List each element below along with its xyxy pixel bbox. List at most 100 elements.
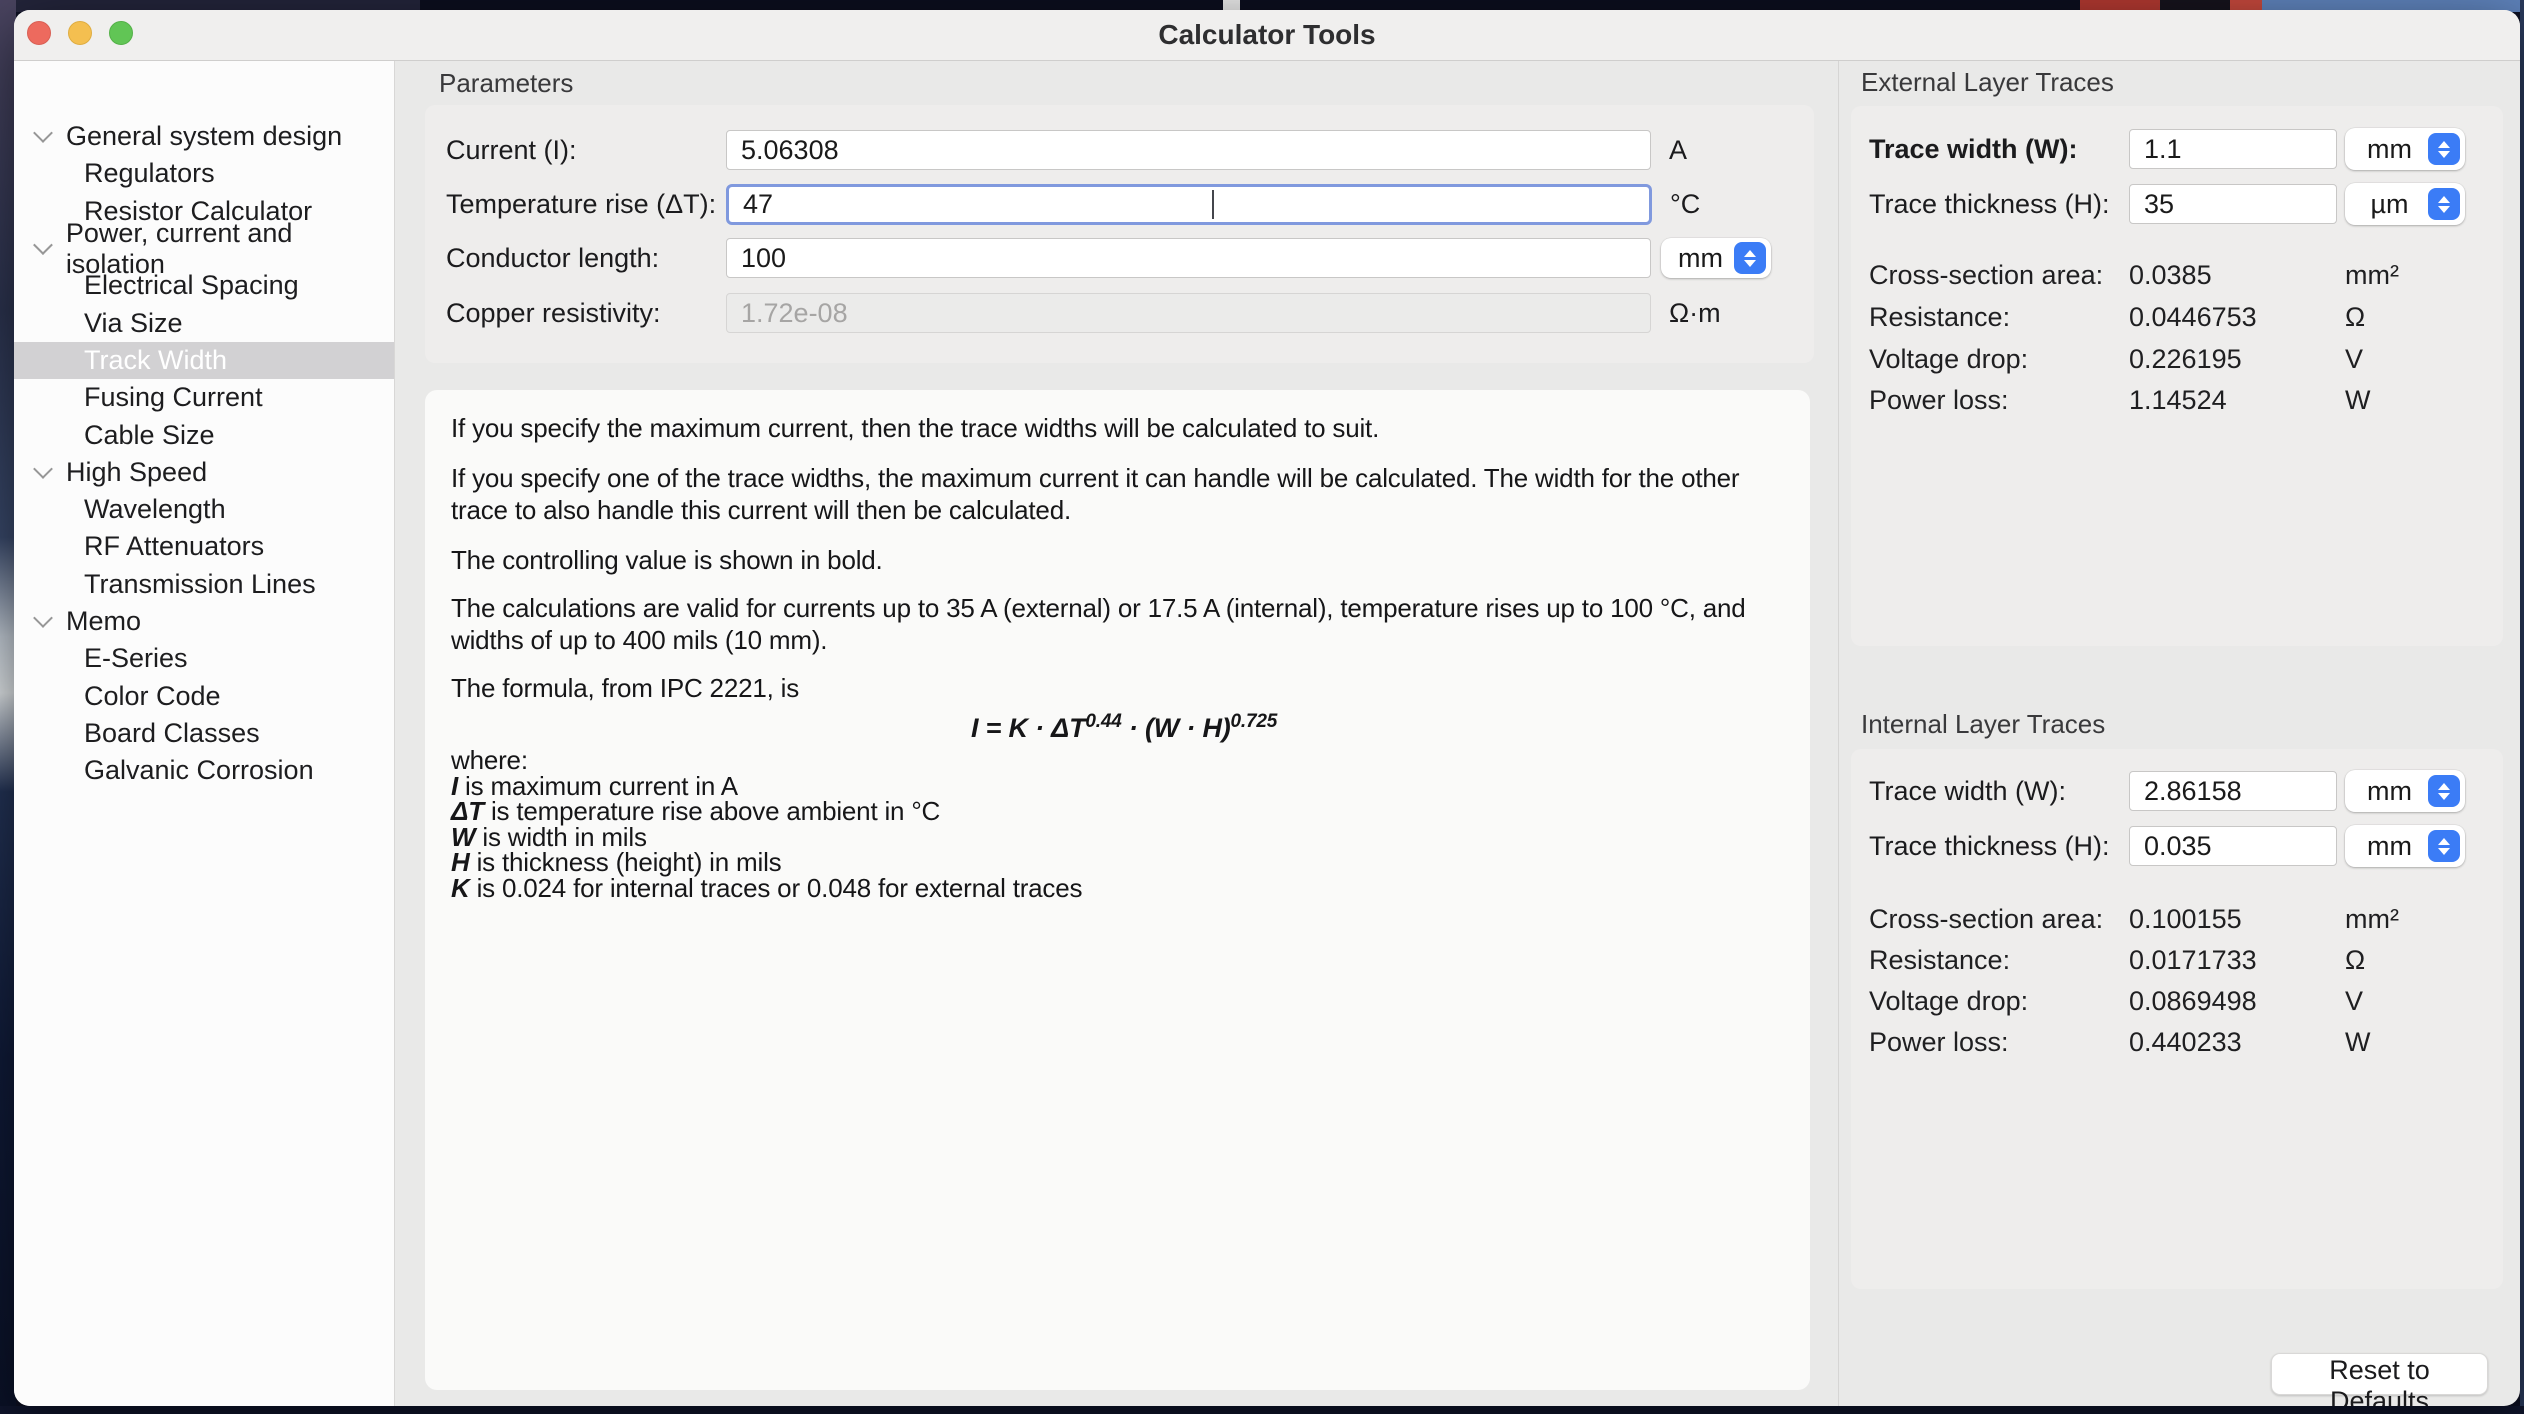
internal-trace-thickness-unit-select[interactable]: mm (2345, 825, 2465, 867)
external-voltage-drop-row: Voltage drop:0.226195V (1869, 344, 2363, 375)
temperature-rise-input[interactable] (726, 184, 1652, 225)
internal-trace-thickness-input[interactable] (2129, 826, 2337, 866)
sidebar-item-label: RF Attenuators (84, 531, 264, 562)
sidebar-item-label: Via Size (84, 308, 183, 339)
sidebar-item-label: Color Code (84, 681, 221, 712)
text-caret (1212, 190, 1214, 219)
chevron-up-down-icon (1734, 242, 1766, 274)
current-row: Current (I): A (446, 128, 1687, 172)
sidebar-item-power-current-isolation[interactable]: Power, current and isolation (14, 230, 394, 267)
external-trace-width-unit-select[interactable]: mm (2345, 128, 2465, 170)
current-input[interactable] (726, 130, 1651, 170)
conductor-length-unit-value: mm (1661, 243, 1734, 274)
sidebar-item-label: Fusing Current (84, 382, 263, 413)
sidebar-item-fusing-current[interactable]: Fusing Current (14, 379, 394, 416)
copper-resistivity-row: Copper resistivity: Ω·m (446, 291, 1721, 335)
sidebar-item-general-system-design[interactable]: General system design (14, 118, 394, 155)
chevron-down-icon[interactable] (33, 459, 53, 479)
external-trace-width-label: Trace width (W): (1869, 134, 2129, 165)
copper-resistivity-label: Copper resistivity: (446, 298, 726, 329)
sidebar-item-galvanic-corrosion[interactable]: Galvanic Corrosion (14, 752, 394, 789)
temperature-rise-row: Temperature rise (ΔT): °C (446, 182, 1700, 226)
external-groupbox: Trace width (W): mm Trace thickness (H):… (1851, 106, 2503, 646)
external-trace-width-row: Trace width (W): (1869, 127, 2337, 171)
minimize-button[interactable] (68, 21, 92, 45)
copper-resistivity-unit-label: Ω·m (1669, 298, 1721, 329)
sidebar-item-label: Transmission Lines (84, 569, 316, 600)
sidebar-item-label: E-Series (84, 643, 188, 674)
help-text-panel: If you specify the maximum current, then… (425, 390, 1810, 1390)
sidebar-item-via-size[interactable]: Via Size (14, 304, 394, 341)
title-bar[interactable]: Calculator Tools (14, 10, 2520, 61)
conductor-length-input[interactable] (726, 238, 1651, 278)
parameters-section-label: Parameters (439, 68, 573, 99)
sidebar-item-color-code[interactable]: Color Code (14, 677, 394, 714)
internal-trace-thickness-unit-value: mm (2345, 831, 2428, 862)
sidebar-item-cable-size[interactable]: Cable Size (14, 416, 394, 453)
where-line: K is 0.024 for internal traces or 0.048 … (451, 876, 1784, 902)
help-paragraph: If you specify the maximum current, then… (451, 412, 1784, 444)
desktop-background-bottom (0, 1406, 2524, 1414)
sidebar-item-electrical-spacing[interactable]: Electrical Spacing (14, 267, 394, 304)
external-trace-thickness-unit-value: µm (2345, 189, 2428, 220)
external-trace-thickness-unit-select[interactable]: µm (2345, 183, 2465, 225)
sidebar-item-label: Galvanic Corrosion (84, 755, 314, 786)
internal-trace-width-label: Trace width (W): (1869, 776, 2129, 807)
current-label: Current (I): (446, 135, 726, 166)
sidebar-item-label: General system design (66, 121, 342, 152)
internal-trace-thickness-label: Trace thickness (H): (1869, 831, 2129, 862)
internal-groupbox: Trace width (W): mm Trace thickness (H):… (1851, 749, 2503, 1289)
internal-trace-width-input[interactable] (2129, 771, 2337, 811)
sidebar-item-wavelength[interactable]: Wavelength (14, 491, 394, 528)
internal-power-loss-row: Power loss:0.440233W (1869, 1027, 2370, 1058)
sidebar-item-high-speed[interactable]: High Speed (14, 454, 394, 491)
internal-voltage-drop-row: Voltage drop:0.0869498V (1869, 986, 2363, 1017)
temperature-rise-unit-label: °C (1670, 189, 1700, 220)
zoom-button[interactable] (109, 21, 133, 45)
chevron-down-icon[interactable] (33, 608, 53, 628)
chevron-up-down-icon (2428, 188, 2460, 220)
where-line: ΔT is temperature rise above ambient in … (451, 799, 1784, 825)
external-trace-width-input[interactable] (2129, 129, 2337, 169)
sidebar-item-label: Wavelength (84, 494, 226, 525)
temperature-rise-label: Temperature rise (ΔT): (446, 189, 726, 220)
internal-trace-thickness-row: Trace thickness (H): (1869, 824, 2337, 868)
sidebar-item-track-width[interactable]: Track Width (14, 342, 394, 379)
conductor-length-unit-select[interactable]: mm (1661, 238, 1771, 278)
help-paragraph: The controlling value is shown in bold. (451, 544, 1784, 576)
calculator-tools-window: Calculator Tools General system design R… (14, 10, 2520, 1406)
help-paragraph: The calculations are valid for currents … (451, 592, 1784, 656)
sidebar-item-regulators[interactable]: Regulators (14, 155, 394, 192)
window-title: Calculator Tools (14, 10, 2520, 60)
internal-resistance-row: Resistance:0.0171733Ω (1869, 945, 2365, 976)
sidebar-item-transmission-lines[interactable]: Transmission Lines (14, 566, 394, 603)
calculator-tree-sidebar: General system design Regulators Resisto… (14, 61, 395, 1406)
chevron-up-down-icon (2428, 830, 2460, 862)
close-button[interactable] (27, 21, 51, 45)
sidebar-item-label: High Speed (66, 457, 207, 488)
internal-trace-width-unit-select[interactable]: mm (2345, 770, 2465, 812)
sidebar-item-memo[interactable]: Memo (14, 603, 394, 640)
external-trace-thickness-row: Trace thickness (H): (1869, 182, 2337, 226)
internal-section-label: Internal Layer Traces (1861, 709, 2105, 740)
chevron-up-down-icon (2428, 133, 2460, 165)
external-trace-thickness-input[interactable] (2129, 184, 2337, 224)
chevron-down-icon[interactable] (33, 123, 53, 143)
sidebar-item-label: Regulators (84, 158, 215, 189)
conductor-length-label: Conductor length: (446, 243, 726, 274)
trace-results-panel: External Layer Traces Trace width (W): m… (1838, 61, 2520, 1406)
ipc2221-formula: I = K · ΔT0.44 · (W · H)0.725 (971, 706, 1784, 744)
external-power-loss-row: Power loss:1.14524W (1869, 385, 2370, 416)
sidebar-item-board-classes[interactable]: Board Classes (14, 715, 394, 752)
sidebar-item-rf-attenuators[interactable]: RF Attenuators (14, 528, 394, 565)
sidebar-item-e-series[interactable]: E-Series (14, 640, 394, 677)
current-unit-label: A (1669, 135, 1687, 166)
external-cross-section-row: Cross-section area:0.0385mm² (1869, 260, 2399, 291)
sidebar-item-label: Board Classes (84, 718, 260, 749)
sidebar-item-label: Cable Size (84, 420, 215, 451)
internal-trace-width-row: Trace width (W): (1869, 769, 2337, 813)
chevron-up-down-icon (2428, 775, 2460, 807)
reset-to-defaults-button[interactable]: Reset to Defaults (2271, 1353, 2488, 1395)
chevron-down-icon[interactable] (33, 235, 53, 255)
desktop-background-right (2520, 0, 2524, 1414)
